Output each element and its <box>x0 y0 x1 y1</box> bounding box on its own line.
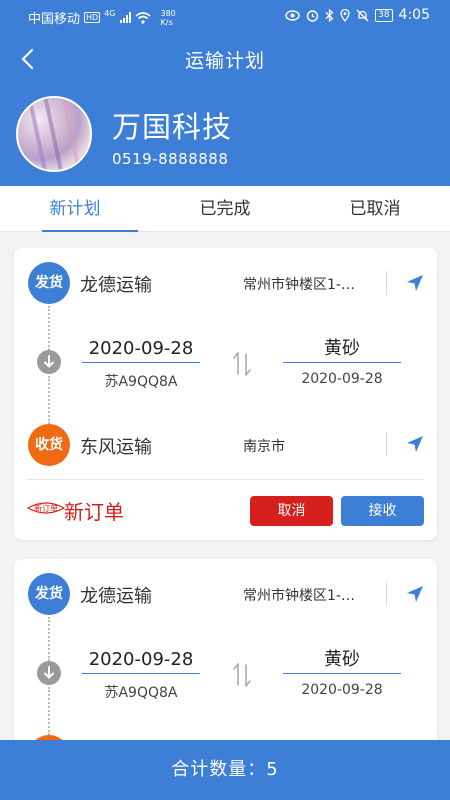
cancel-button[interactable]: 取消 <box>250 496 333 526</box>
plan-tabs: 新计划 已完成 已取消 <box>0 186 450 232</box>
carrier-name: 中国移动 <box>28 12 81 27</box>
route-line <box>48 306 50 350</box>
plan-card[interactable]: 发货 龙德运输 常州市钟楼区1-… 2020-09-28 苏A9QQ8A 黄砂 … <box>14 248 437 540</box>
date-field: 2020-09-28 苏A9QQ8A <box>82 646 200 702</box>
hd-icon: HD <box>84 12 101 23</box>
down-arrow-icon <box>37 661 61 685</box>
tab-new-plan[interactable]: 新计划 <box>0 186 150 232</box>
plan-card[interactable]: 发货 龙德运输 常州市钟楼区1-… 2020-09-28 苏A9QQ8A 黄砂 … <box>14 559 437 777</box>
svg-text:新订单: 新订单 <box>34 503 58 513</box>
cargo-name: 黄砂 <box>283 335 401 363</box>
divider <box>386 582 387 606</box>
company-phone: 0519-8888888 <box>112 150 229 168</box>
send-badge: 发货 <box>28 262 70 304</box>
company-name: 万国科技 <box>112 110 233 144</box>
navigation-arrow-icon[interactable] <box>404 583 426 605</box>
route-line <box>48 687 50 735</box>
total-bar: 合计数量：5 <box>0 740 450 800</box>
navigation-arrow-icon[interactable] <box>404 272 426 294</box>
date-field: 2020-09-28 苏A9QQ8A <box>82 335 200 391</box>
network-speed: 380 K/s <box>160 8 176 27</box>
divider <box>386 271 387 295</box>
cargo-name: 黄砂 <box>283 646 401 674</box>
sender-company: 龙德运输 <box>80 275 152 296</box>
header: 中国移动 HD 4G 380 K/s 38 4:05 运输计划 万国科技 051… <box>0 0 450 186</box>
divider <box>386 432 387 456</box>
accept-button[interactable]: 接收 <box>341 496 424 526</box>
send-badge: 发货 <box>28 573 70 615</box>
title-bar: 运输计划 <box>0 36 450 82</box>
status-bar: 中国移动 HD 4G 380 K/s 38 4:05 <box>0 0 450 32</box>
sender-address: 常州市钟楼区1-… <box>243 277 355 293</box>
cargo-field: 黄砂 2020-09-28 <box>283 335 401 387</box>
total-count: 5 <box>266 759 279 780</box>
receive-badge: 收货 <box>28 424 70 466</box>
swap-icon <box>233 352 251 376</box>
page-title: 运输计划 <box>184 50 265 72</box>
route-line <box>48 617 50 661</box>
eye-icon <box>285 9 300 21</box>
wifi-icon <box>134 11 151 24</box>
navigation-arrow-icon[interactable] <box>404 433 426 455</box>
sender-address: 常州市钟楼区1-… <box>243 588 355 604</box>
load-date: 2020-09-28 <box>82 335 200 363</box>
plate-number: 苏A9QQ8A <box>104 685 178 701</box>
load-date: 2020-09-28 <box>82 646 200 674</box>
plate-number: 苏A9QQ8A <box>104 374 178 390</box>
receiver-company: 东风运输 <box>80 437 152 458</box>
route-line <box>48 376 50 424</box>
signal-icon <box>119 12 131 23</box>
down-arrow-icon <box>37 350 61 374</box>
receiver-address: 南京市 <box>243 439 285 455</box>
company-avatar <box>16 96 92 172</box>
total-label: 合计数量： <box>171 759 267 780</box>
tab-completed[interactable]: 已完成 <box>150 186 300 231</box>
clock: 4:05 <box>398 7 430 23</box>
alarm-icon <box>306 9 319 22</box>
sender-company: 龙德运输 <box>80 586 152 607</box>
card-divider <box>28 479 423 480</box>
battery-icon: 38 <box>375 8 393 22</box>
tab-cancelled[interactable]: 已取消 <box>300 186 450 231</box>
mute-icon <box>356 9 369 21</box>
bluetooth-icon <box>325 8 334 22</box>
cargo-field: 黄砂 2020-09-28 <box>283 646 401 698</box>
order-status: 新订单 <box>64 500 124 524</box>
swap-icon <box>233 663 251 687</box>
cargo-date: 2020-09-28 <box>301 682 383 698</box>
cargo-date: 2020-09-28 <box>301 371 383 387</box>
location-icon <box>340 8 350 22</box>
new-order-logo: 新订单 <box>26 502 66 514</box>
signal-type: 4G <box>104 9 116 18</box>
